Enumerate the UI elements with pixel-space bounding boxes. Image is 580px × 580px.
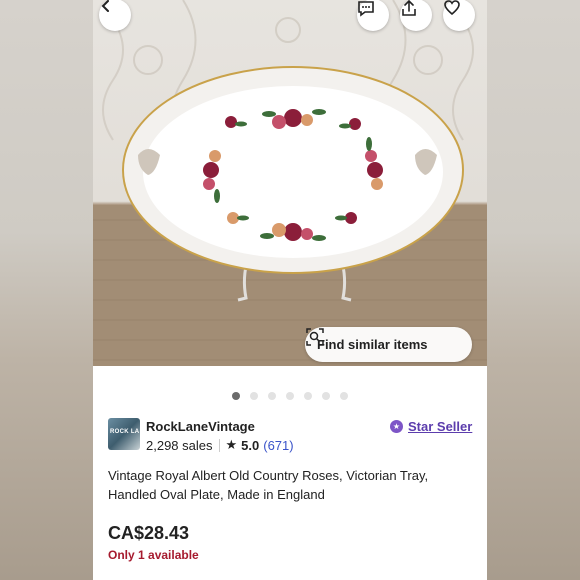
listing-price: CA$28.43 xyxy=(108,523,190,543)
favorite-button[interactable] xyxy=(443,0,475,31)
find-similar-button[interactable]: Find similar items xyxy=(305,327,472,362)
shop-avatar[interactable]: ROCK LA xyxy=(108,418,140,450)
divider xyxy=(218,438,220,452)
carousel-dots xyxy=(93,392,487,400)
star-seller-badge[interactable]: ★ Star Seller xyxy=(390,419,472,434)
listing-screen: Find similar items ROCK LA RockLaneVinta… xyxy=(93,0,487,580)
carousel-dot[interactable] xyxy=(322,392,330,400)
sales-count: 2,298 sales xyxy=(146,437,213,453)
backdrop-right xyxy=(487,0,580,580)
product-photo[interactable]: Find similar items xyxy=(93,0,487,366)
heart-icon xyxy=(444,0,460,16)
visual-search-icon xyxy=(306,328,324,346)
rating-value: 5.0 xyxy=(241,437,260,453)
star-seller-icon: ★ xyxy=(390,420,403,433)
share-button[interactable] xyxy=(400,0,432,31)
share-icon xyxy=(402,0,416,16)
star-icon: ★ xyxy=(225,437,238,452)
carousel-dot[interactable] xyxy=(304,392,312,400)
shop-stats: 2,298 sales ★ 5.0 (671) xyxy=(146,437,294,453)
carousel-dot[interactable] xyxy=(340,392,348,400)
listing-title: Vintage Royal Albert Old Country Roses, … xyxy=(108,468,429,502)
shop-name[interactable]: RockLaneVintage xyxy=(146,419,255,434)
carousel-dot[interactable] xyxy=(232,392,240,400)
backdrop-left xyxy=(0,0,93,580)
find-similar-label: Find similar items xyxy=(317,337,428,352)
shop-avatar-text: ROCK LA xyxy=(110,429,140,435)
review-count-link[interactable]: (671) xyxy=(263,438,293,453)
carousel-dot[interactable] xyxy=(268,392,276,400)
message-icon xyxy=(358,1,374,17)
star-seller-label: Star Seller xyxy=(408,419,473,434)
product-image xyxy=(93,0,487,366)
availability-text: Only 1 available xyxy=(108,548,199,562)
chevron-left-icon xyxy=(101,0,109,12)
message-button[interactable] xyxy=(357,0,389,31)
carousel-dot[interactable] xyxy=(286,392,294,400)
back-button[interactable] xyxy=(99,0,131,31)
seller-row: ROCK LA RockLaneVintage 2,298 sales ★ 5.… xyxy=(108,418,478,454)
carousel-dot[interactable] xyxy=(250,392,258,400)
